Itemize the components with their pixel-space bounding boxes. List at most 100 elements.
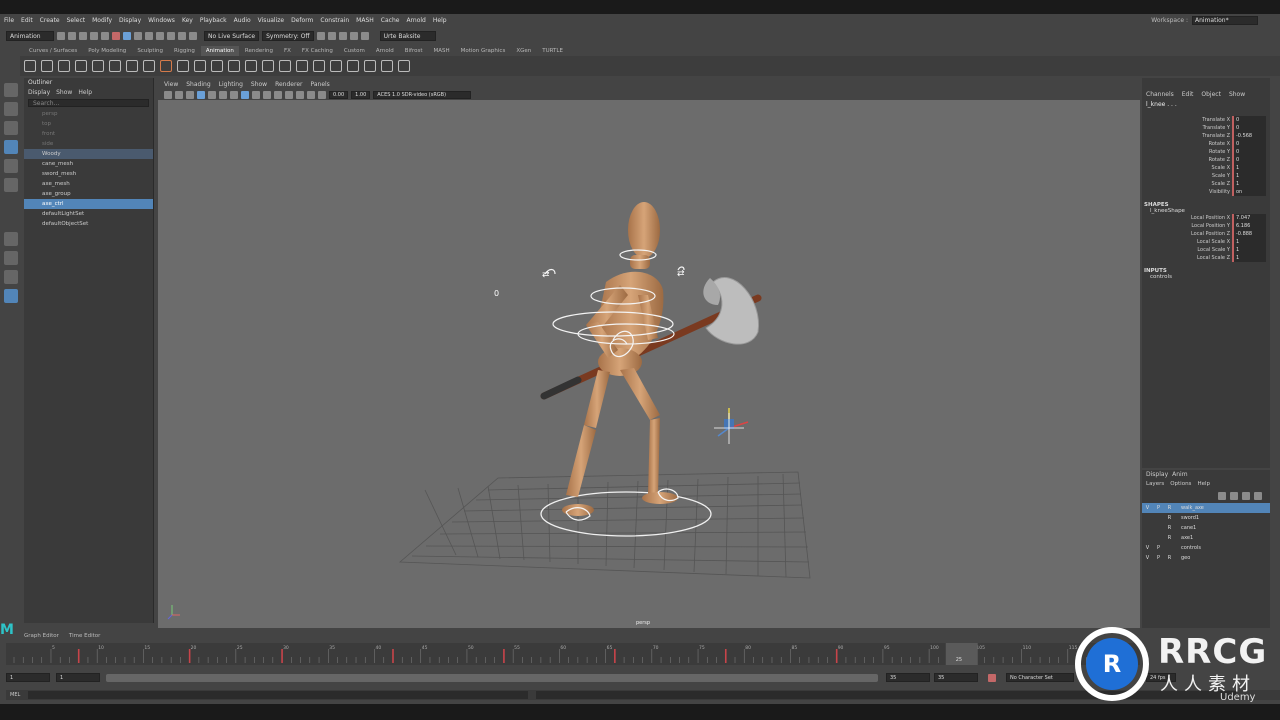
shelf-tab-rendering[interactable]: Rendering (240, 46, 278, 56)
set-driven-key-icon[interactable] (177, 60, 189, 72)
channel-value[interactable]: 1 (1232, 180, 1266, 188)
channel-row[interactable]: Scale Y1 (1142, 172, 1270, 180)
cb-menu-channels[interactable]: Channels (1146, 90, 1174, 100)
menu-set-dropdown[interactable]: Animation (6, 31, 54, 41)
far-clip-field[interactable]: 1.00 (351, 91, 371, 99)
isolate-select-icon[interactable] (296, 91, 304, 99)
layer-playback-toggle[interactable]: P (1153, 543, 1164, 553)
menu-windows[interactable]: Windows (148, 17, 175, 24)
smooth-shade-icon[interactable] (241, 91, 249, 99)
outliner-item[interactable]: axe_ctrl (24, 199, 153, 209)
wireframe-icon[interactable] (230, 91, 238, 99)
layer-visibility-toggle[interactable] (1142, 513, 1153, 523)
point-constraint-icon[interactable] (228, 60, 240, 72)
menu-edit[interactable]: Edit (21, 17, 33, 24)
channel-row[interactable]: Local Scale Y1 (1142, 246, 1270, 254)
scene-end-field[interactable]: 35 (934, 673, 978, 682)
keyframe-tangent-icon[interactable] (109, 60, 121, 72)
key-translate-icon[interactable] (58, 60, 70, 72)
cb-menu-show[interactable]: Show (1229, 90, 1245, 100)
parent-constraint-icon[interactable] (211, 60, 223, 72)
ambient-occlusion-icon[interactable] (285, 91, 293, 99)
menu-playback[interactable]: Playback (200, 17, 227, 24)
channel-value[interactable]: 0 (1232, 148, 1266, 156)
scale-constraint-icon[interactable] (262, 60, 274, 72)
layer-row[interactable]: Rcane1 (1142, 523, 1270, 533)
shelf-tab-poly-modeling[interactable]: Poly Modeling (83, 46, 131, 56)
rotate-tool-icon[interactable] (4, 159, 18, 173)
layer-playback-toggle[interactable]: P (1153, 553, 1164, 563)
layer-visibility-toggle[interactable]: V (1142, 503, 1153, 513)
undo-icon[interactable] (90, 32, 98, 40)
channel-row[interactable]: Translate Y0 (1142, 124, 1270, 132)
menu-help[interactable]: Help (433, 17, 447, 24)
attribute-editor-side-tabs[interactable] (1270, 78, 1280, 628)
channel-value[interactable]: 1 (1232, 164, 1266, 172)
xray-icon[interactable] (307, 91, 315, 99)
layer-menu-help[interactable]: Help (1197, 480, 1210, 489)
outliner-item[interactable]: Woody (24, 149, 153, 159)
menu-constrain[interactable]: Constrain (320, 17, 349, 24)
aim-constraint-icon[interactable] (279, 60, 291, 72)
render-settings-icon[interactable] (349, 32, 358, 40)
viewport-menu-shading[interactable]: Shading (186, 80, 210, 90)
open-scene-icon[interactable] (68, 32, 76, 40)
layer-row[interactable]: Rsword1 (1142, 513, 1270, 523)
history-icon[interactable] (316, 32, 325, 40)
channel-row[interactable]: Local Position Y 6.186 (1142, 222, 1270, 230)
command-input[interactable] (28, 691, 528, 699)
playback-end-field[interactable]: 35 (886, 673, 930, 682)
menu-audio[interactable]: Audio (234, 17, 251, 24)
shelf-tab-bifrost[interactable]: Bifrost (400, 46, 428, 56)
orient-constraint-icon[interactable] (245, 60, 257, 72)
outliner-item[interactable]: defaultLightSet (24, 209, 153, 219)
layer-reference-toggle[interactable] (1164, 543, 1175, 553)
layer-playback-toggle[interactable] (1153, 533, 1164, 543)
save-scene-icon[interactable] (79, 32, 87, 40)
layer-visibility-toggle[interactable] (1142, 523, 1153, 533)
layer-visibility-toggle[interactable] (1142, 533, 1153, 543)
workspace-selector[interactable]: Workspace : Animation* (1151, 16, 1258, 25)
input-node-name[interactable]: controls (1142, 274, 1270, 280)
viewport-3d[interactable]: ⇄ ⇄ 0 (158, 100, 1140, 628)
snap-point-icon[interactable] (167, 32, 175, 40)
shelf-tab-mash[interactable]: MASH (428, 46, 454, 56)
snap-surface-icon[interactable] (189, 32, 197, 40)
channel-row[interactable]: Scale X1 (1142, 164, 1270, 172)
channel-row[interactable]: Local Position Z -0.888 (1142, 230, 1270, 238)
layer-reference-toggle[interactable]: R (1164, 533, 1175, 543)
channel-row[interactable]: Rotate X0 (1142, 140, 1270, 148)
motion-trail-icon[interactable] (194, 60, 206, 72)
tab-display-layers[interactable]: Display (1146, 470, 1168, 480)
new-layer-selected-icon[interactable] (1254, 492, 1262, 500)
viewport-menu-show[interactable]: Show (251, 80, 267, 90)
channel-value[interactable]: 0 (1232, 156, 1266, 164)
outliner-item[interactable]: front (24, 129, 153, 139)
menu-key[interactable]: Key (182, 17, 193, 24)
shelf-tab-arnold[interactable]: Arnold (371, 46, 399, 56)
outliner-menu-show[interactable]: Show (56, 88, 72, 97)
layer-visibility-toggle[interactable]: V (1142, 553, 1153, 563)
shelf-tab-curves-surfaces[interactable]: Curves / Surfaces (24, 46, 82, 56)
menu-modify[interactable]: Modify (92, 17, 112, 24)
new-layer-icon[interactable] (1242, 492, 1250, 500)
channel-value[interactable]: 1 (1232, 246, 1266, 254)
paint-weights-icon[interactable] (364, 60, 376, 72)
channel-value[interactable]: 1 (1232, 172, 1266, 180)
menu-display[interactable]: Display (119, 17, 141, 24)
outliner-item[interactable]: top (24, 119, 153, 129)
workspace-dropdown[interactable]: Animation* (1192, 16, 1258, 25)
render-icon[interactable] (327, 32, 336, 40)
pole-vector-constraint-icon[interactable] (296, 60, 308, 72)
command-language-label[interactable]: MEL (6, 692, 20, 698)
hypershade-icon[interactable] (360, 32, 369, 40)
shelf-tab-custom[interactable]: Custom (339, 46, 370, 56)
layer-menu-layers[interactable]: Layers (1146, 480, 1164, 489)
viewport-menu-view[interactable]: View (164, 80, 178, 90)
film-gate-icon[interactable] (208, 91, 216, 99)
new-scene-icon[interactable] (57, 32, 65, 40)
dope-sheet-icon[interactable] (160, 60, 172, 72)
textured-icon[interactable] (252, 91, 260, 99)
layer-move-up-icon[interactable] (1218, 492, 1226, 500)
shelf-tab-sculpting[interactable]: Sculpting (132, 46, 168, 56)
